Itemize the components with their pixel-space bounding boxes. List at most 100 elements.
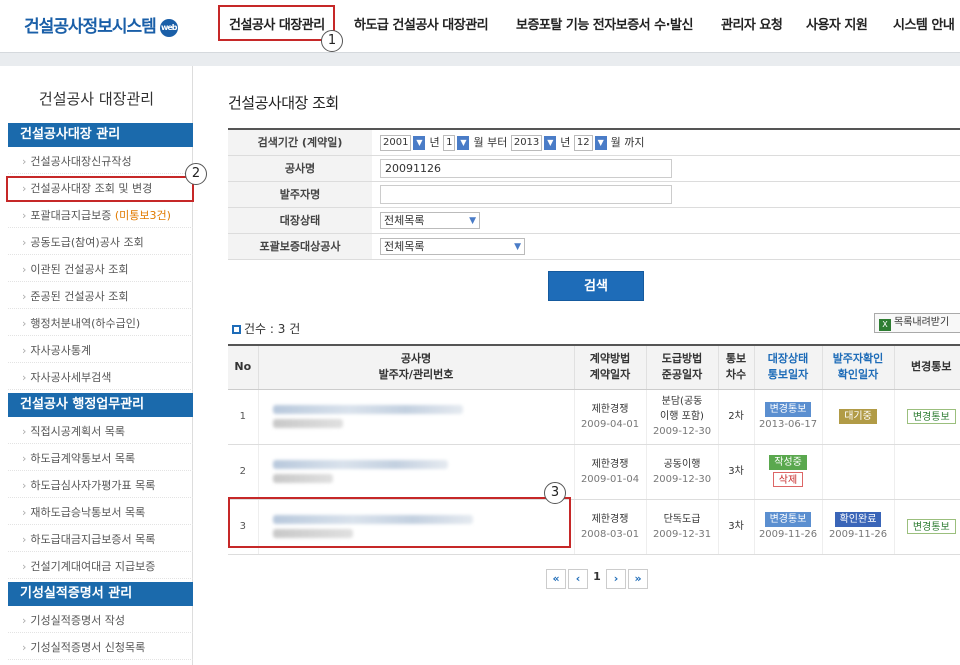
sidebar-item-payment-guarantee[interactable]: › 포괄대금지급보증 (미통보3건) [8, 204, 193, 228]
sidebar-item-cert-create[interactable]: › 기성실적증명서 작성 [8, 609, 193, 633]
sidebar-item-equipment-rental[interactable]: › 건설기계대여대금 지급보증 [8, 555, 193, 579]
bullet-icon: › [22, 317, 27, 330]
status-label: 대장상태 [228, 207, 372, 234]
project-name-redacted[interactable] [257, 389, 574, 445]
col-confirm: 발주자확인 확인일자 [821, 345, 894, 390]
delete-button[interactable]: 삭제 [772, 472, 804, 487]
sidebar: 건설공사 대장관리 건설공사대장 관리 › 건설공사대장신규작성 › 건설공사대장 … [0, 66, 193, 665]
redacted-text [272, 460, 448, 469]
period-row: 2001 ▼ 년 1 ▼ 월 부터 2013 ▼ 년 12 ▼ 월 까지 [372, 129, 960, 156]
sidebar-item-sanctions[interactable]: › 행정처분내역(하수급인) [8, 312, 193, 336]
sidebar-item-subcontract-notice[interactable]: › 하도급계약통보서 목록 [8, 447, 193, 471]
sidebar-item-label: 이관된 건설공사 조회 [30, 263, 129, 276]
sidebar-item-transferred[interactable]: › 이관된 건설공사 조회 [8, 258, 193, 282]
nav-user-support[interactable]: 사용자 지원 [806, 14, 868, 33]
sidebar-item-payment-bond[interactable]: › 하도급대금지급보증서 목록 [8, 528, 193, 552]
web-badge-icon: web [159, 19, 178, 37]
contract-date: 2009-04-01 [580, 418, 640, 430]
orderer-input[interactable] [380, 184, 672, 204]
bullet-icon: › [22, 155, 27, 168]
table-row[interactable]: 2 제한경쟁 2009-01-04 공동이행 2009-12-30 3차 작성중 삭제 [228, 444, 960, 500]
nav-admin-request[interactable]: 관리자 요청 [721, 14, 783, 33]
change-notice-button[interactable]: 변경통보 [906, 518, 956, 534]
year-unit: 년 [560, 135, 571, 149]
nav-guarantee-portal[interactable]: 보증포탈 기능 전자보증서 수·발신 [516, 14, 693, 33]
col-notice: 통보 차수 [717, 345, 754, 390]
from-month-select[interactable]: 1 [443, 134, 456, 151]
row-no: 2 [228, 444, 258, 500]
col-change: 변경통보 [893, 345, 960, 390]
search-button[interactable]: 검색 [548, 271, 644, 301]
status-badge[interactable]: 변경통보 [764, 401, 812, 417]
download-list-button[interactable]: X 목록내려받기 [874, 313, 960, 333]
callout-1: 1 [321, 30, 343, 52]
subcontract-cell: 단독도급 2009-12-31 [645, 499, 718, 555]
status-select-value: 전체목록 [384, 213, 425, 227]
change-cell: 변경통보 [893, 499, 960, 555]
bullet-icon: › [22, 209, 27, 222]
pagination: «‹ 1 ›» [546, 567, 650, 589]
bullet-icon: › [22, 371, 27, 384]
guarantee-select[interactable]: 전체목록 ▼ [380, 237, 525, 255]
sidebar-item-cert-requests[interactable]: › 기성실적증명서 신청목록 [8, 636, 193, 660]
status-badge[interactable]: 변경통보 [764, 511, 812, 527]
sidebar-item-resubcontract[interactable]: › 재하도급승낙통보서 목록 [8, 501, 193, 525]
bullet-icon: › [22, 479, 27, 492]
sidebar-item-statistics[interactable]: › 자사공사통계 [8, 339, 193, 363]
current-page[interactable]: 1 [590, 567, 604, 587]
sidebar-item-label: 하도급심사자가평가표 목록 [30, 479, 156, 492]
sidebar-section-admin[interactable]: 건설공사 행정업무관리 [8, 393, 193, 417]
completion-date: 2009-12-30 [652, 473, 712, 485]
project-name-redacted[interactable] [257, 444, 574, 500]
confirm-cell [821, 444, 894, 500]
to-year-select[interactable]: 2013 [510, 134, 543, 151]
status-badge[interactable]: 작성중 [769, 455, 807, 470]
sidebar-item-joint-contract[interactable]: › 공동도급(참여)공사 조회 [8, 231, 193, 255]
first-page-icon[interactable]: « [546, 569, 566, 589]
to-month-select[interactable]: 12 [573, 134, 593, 151]
status-cell: 변경통보 2009-11-26 [753, 499, 822, 555]
sidebar-item-self-evaluation[interactable]: › 하도급심사자가평가표 목록 [8, 474, 193, 498]
download-label: 목록내려받기 [894, 317, 950, 328]
status-select[interactable]: 전체목록 ▼ [380, 211, 480, 229]
site-logo[interactable]: 건설공사정보시스템 web [24, 12, 178, 37]
chevron-down-icon[interactable]: ▼ [544, 135, 557, 150]
orderer-label: 발주자명 [228, 181, 372, 208]
nav-subcontract-ledger[interactable]: 하도급 건설공사 대장관리 [354, 14, 489, 33]
last-page-icon[interactable]: » [628, 569, 648, 589]
sidebar-item-detail-search[interactable]: › 자사공사세부검색 [8, 366, 193, 390]
bullet-icon: › [22, 290, 27, 303]
sidebar-section-certificates[interactable]: 기성실적증명서 관리 [8, 582, 193, 606]
project-name-input[interactable]: 20091126 [380, 158, 672, 178]
bullet-icon: › [22, 425, 27, 438]
next-page-icon[interactable]: › [606, 569, 626, 589]
change-notice-button[interactable]: 변경통보 [906, 408, 956, 424]
prev-page-icon[interactable]: ‹ [568, 569, 588, 589]
sidebar-item-direct-plan[interactable]: › 직접시공계획서 목록 [8, 420, 193, 444]
subcontract-cell: 분담(공동 이행 포함) 2009-12-30 [645, 389, 718, 445]
excel-icon: X [879, 319, 891, 331]
sidebar-item-completed[interactable]: › 준공된 건설공사 조회 [8, 285, 193, 309]
col-contract-l2: 계약일자 [589, 368, 631, 382]
chevron-down-icon[interactable]: ▼ [594, 135, 607, 150]
from-year-select[interactable]: 2001 [380, 134, 412, 151]
contract-date: 2008-03-01 [580, 528, 640, 540]
subcontract-cell: 공동이행 2009-12-30 [645, 444, 718, 500]
highlight-box-3 [228, 497, 571, 548]
bullet-icon: › [22, 344, 27, 357]
col-confirm-l2: 확인일자 [837, 368, 879, 382]
sidebar-item-new-ledger[interactable]: › 건설공사대장신규작성 [8, 150, 193, 174]
table-row[interactable]: 1 제한경쟁 2009-04-01 분담(공동 이행 포함) 2009-12-30 2… [228, 389, 960, 445]
confirm-badge: 확인완료 [834, 511, 882, 527]
col-subcontract: 도급방법 준공일자 [645, 345, 718, 390]
contract-method: 제한경쟁 [591, 403, 629, 415]
bullet-icon: › [22, 560, 27, 573]
nav-system-guide[interactable]: 시스템 안내 [893, 14, 955, 33]
sidebar-item-label: 자사공사통계 [30, 344, 92, 357]
sidebar-section-ledger[interactable]: 건설공사대장 관리 [8, 123, 193, 147]
chevron-down-icon[interactable]: ▼ [457, 135, 470, 150]
callout-2: 2 [185, 163, 207, 185]
chevron-down-icon[interactable]: ▼ [413, 135, 426, 150]
guarantee-select-value: 전체목록 [384, 239, 425, 253]
callout-3: 3 [544, 482, 566, 504]
